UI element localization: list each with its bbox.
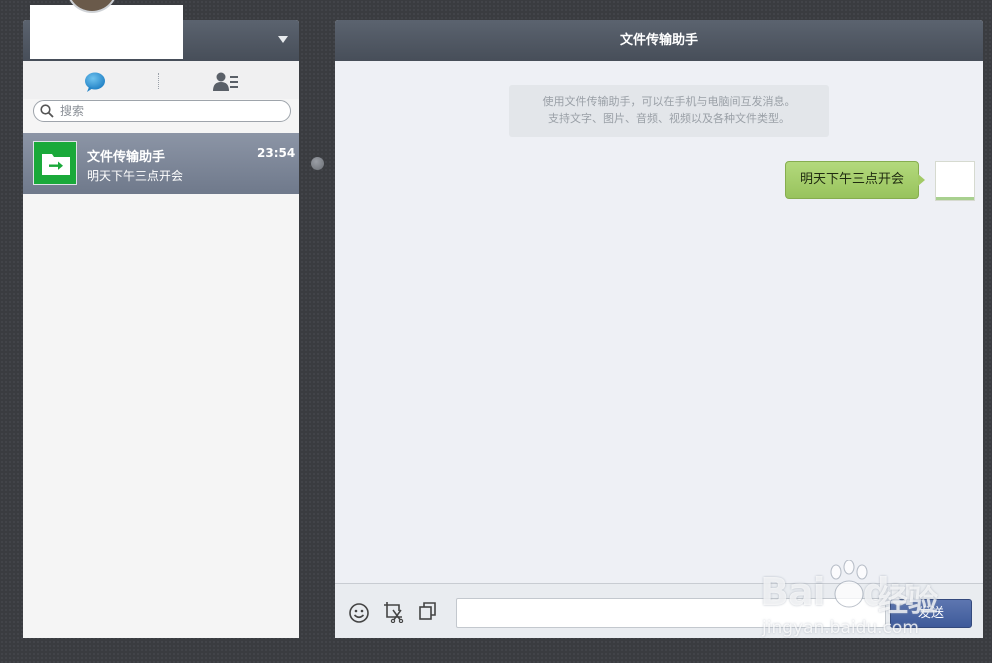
avatar[interactable]	[66, 0, 118, 13]
search-box[interactable]	[33, 100, 291, 122]
conversation-time: 23:54	[257, 146, 296, 160]
system-notice: 使用文件传输助手，可以在手机与电脑间互发消息。 支持文字、图片、音频、视频以及各…	[509, 85, 829, 137]
bubble-tail	[918, 174, 925, 186]
sidebar-tab-bar	[23, 61, 299, 99]
my-avatar[interactable]	[935, 161, 975, 201]
conversation-name: 文件传输助手	[87, 150, 166, 165]
screenshot-icon[interactable]	[383, 601, 405, 623]
message-input[interactable]	[456, 598, 886, 628]
copy-icon[interactable]	[418, 601, 438, 621]
tab-divider	[158, 73, 159, 89]
chat-bubble-icon[interactable]	[83, 71, 107, 93]
search-icon	[40, 104, 54, 118]
emoji-icon[interactable]	[348, 602, 370, 624]
chevron-down-icon[interactable]	[278, 36, 288, 43]
message-input-bar: 发送	[335, 583, 983, 638]
chat-panel: 文件传输助手 使用文件传输助手，可以在手机与电脑间互发消息。 支持文字、图片、音…	[335, 20, 983, 638]
contacts-icon[interactable]	[213, 71, 239, 93]
search-input[interactable]	[60, 102, 285, 120]
conversation-sidebar: 文件传输助手 23:54 明天下午三点开会	[23, 20, 299, 638]
profile-redaction	[30, 0, 183, 59]
file-transfer-icon	[33, 141, 77, 185]
send-button[interactable]: 发送	[890, 599, 972, 628]
notice-line-2: 支持文字、图片、音频、视频以及各种文件类型。	[548, 112, 790, 125]
conversation-preview: 明天下午三点开会	[87, 169, 184, 183]
chat-title: 文件传输助手	[335, 20, 983, 61]
message-bubble[interactable]: 明天下午三点开会	[785, 161, 919, 199]
notice-line-1: 使用文件传输助手，可以在手机与电脑间互发消息。	[542, 95, 796, 108]
conversation-item-file-transfer[interactable]: 文件传输助手 23:54 明天下午三点开会	[23, 133, 299, 194]
panel-splitter-handle[interactable]	[311, 157, 324, 170]
